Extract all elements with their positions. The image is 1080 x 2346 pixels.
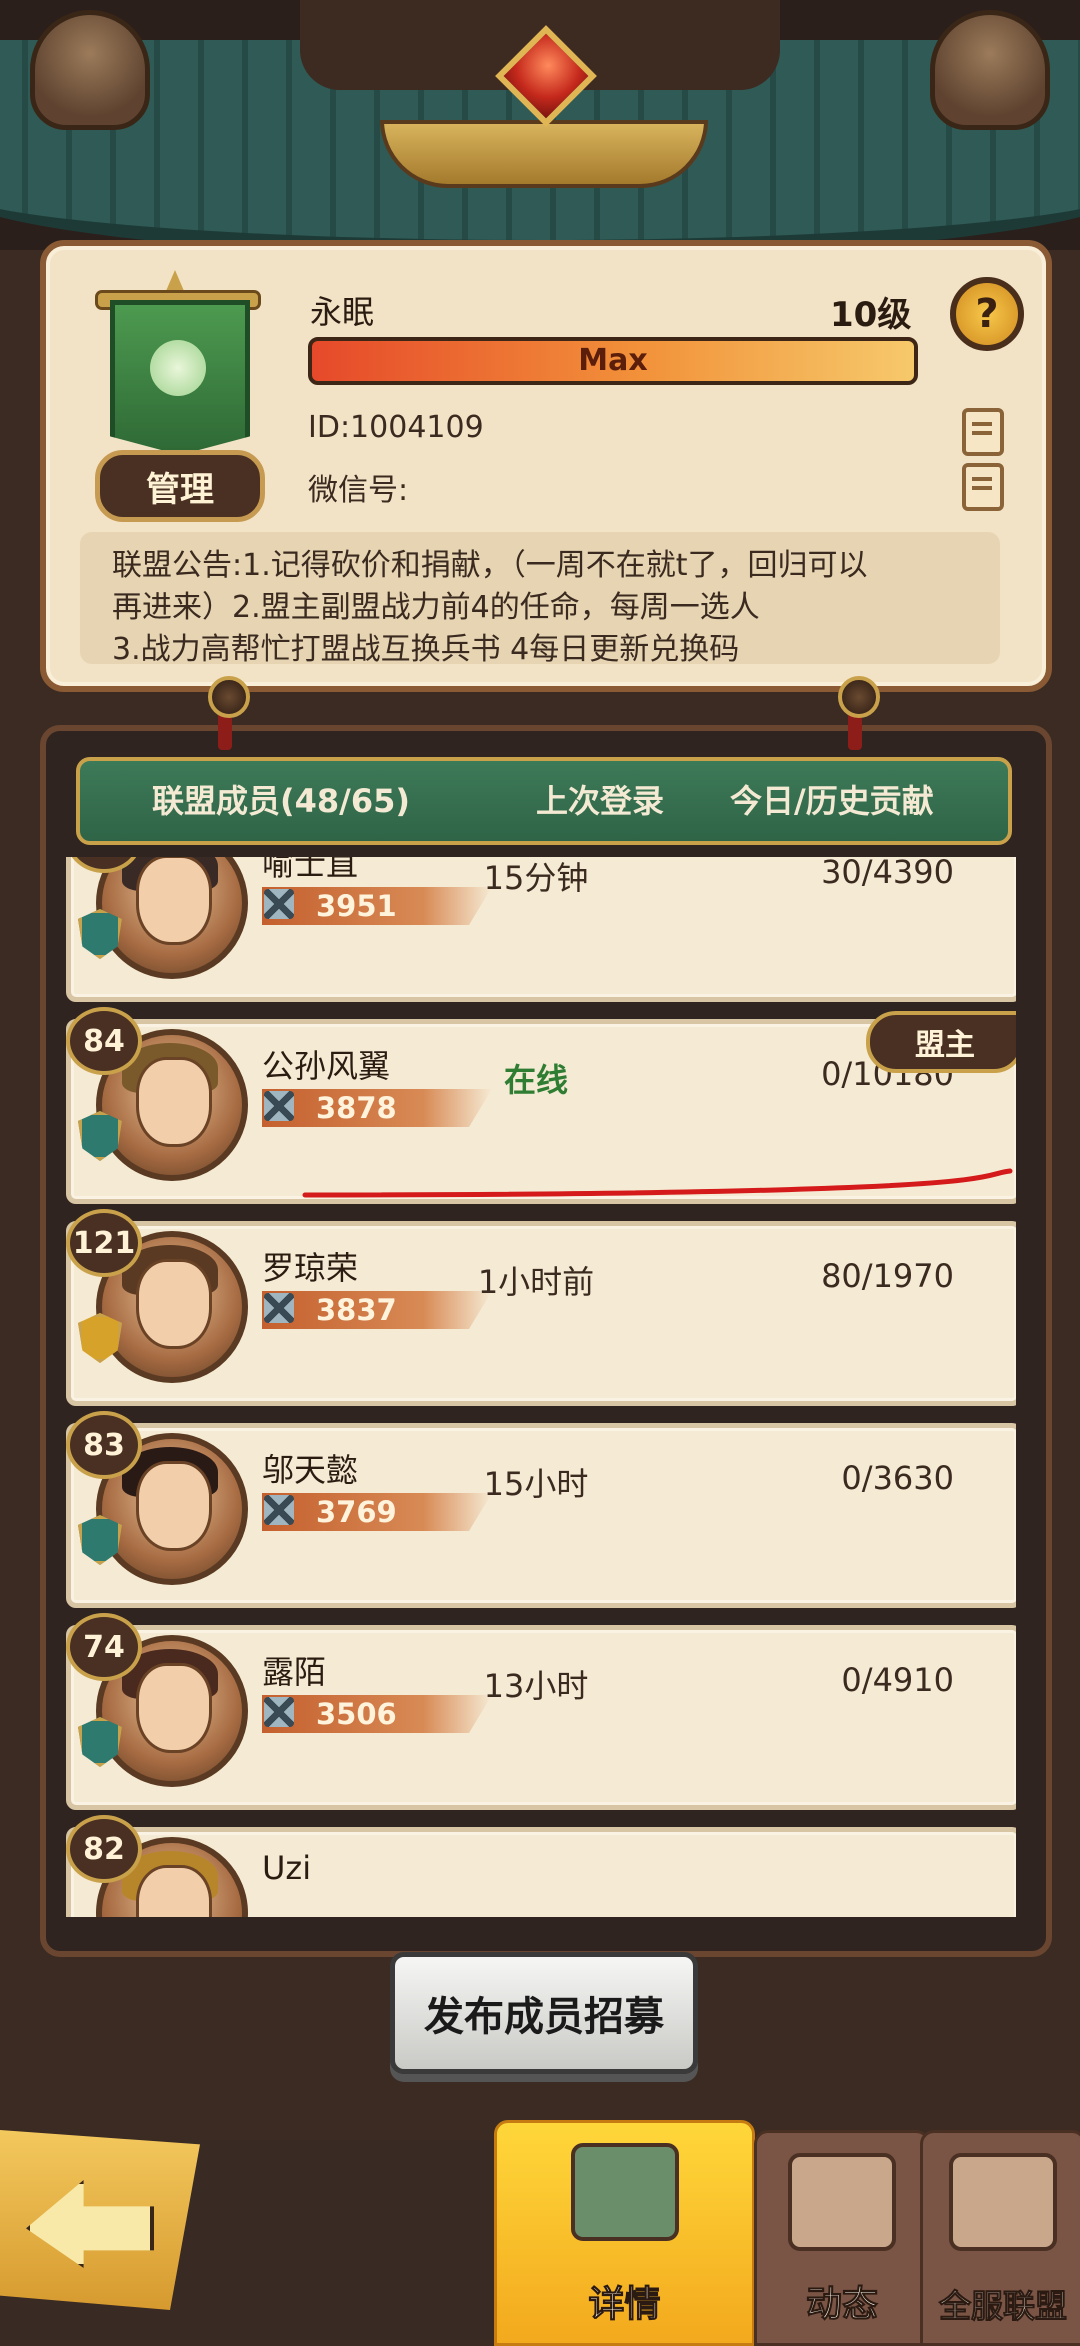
alliance-notice: 联盟公告:1.记得砍价和捐献，（一周不在就t了，回归可以 再进来）2.盟主副盟战… [80, 532, 1000, 667]
member-list-header: 联盟成员(48/65) 上次登录 今日/历史贡献 [76, 757, 1012, 845]
member-level-badge: 82 [66, 1815, 142, 1883]
member-name: 邬天懿 [262, 1451, 359, 1489]
tab-server-alliance[interactable]: 全服联盟 [920, 2130, 1080, 2346]
dragon-ornament-icon [30, 10, 150, 130]
swords-icon [264, 1293, 294, 1323]
manage-button[interactable]: 管理 [95, 450, 265, 522]
member-level-badge: 83 [66, 1411, 142, 1479]
copy-id-icon[interactable] [962, 408, 1004, 456]
notice-line: 3.战力高帮忙打盟战互换兵书 4每日更新兑换码 [112, 632, 740, 667]
member-last-login: 13小时 [483, 1667, 589, 1705]
notice-line: 再进来）2.盟主副盟战力前4的任命，每周一选人 [112, 590, 760, 625]
hanger-ornament-icon [838, 676, 880, 750]
swords-icon [264, 1495, 294, 1525]
back-button[interactable] [0, 2130, 200, 2310]
swords-icon [264, 889, 294, 919]
header-contribution: 今日/历史贡献 [730, 782, 934, 820]
member-contribution: 0/3630 [841, 1459, 954, 1497]
header-members: 联盟成员(48/65) [152, 782, 411, 820]
member-level-badge: 74 [66, 1613, 142, 1681]
member-name: 喻士直 [262, 857, 359, 883]
tab-label: 全服联盟 [938, 2287, 1067, 2326]
member-contribution: 0/4910 [841, 1661, 954, 1699]
tab-activity[interactable]: 动态 [754, 2130, 930, 2346]
back-arrow-icon [26, 2180, 154, 2268]
member-last-login: 15分钟 [483, 859, 589, 897]
member-name: Uzi [262, 1849, 312, 1887]
member-row[interactable]: 82 Uzi [66, 1815, 1016, 1917]
member-contribution: 80/1970 [821, 1257, 954, 1295]
member-last-login: 1小时前 [477, 1263, 595, 1301]
roof-decoration [0, 0, 1080, 250]
help-button[interactable]: ? [950, 277, 1024, 351]
hanger-ornament-icon [208, 676, 250, 750]
tab-label: 详情 [588, 2284, 661, 2326]
exp-bar-label: Max [578, 343, 648, 378]
member-name: 罗琼荣 [262, 1249, 359, 1287]
member-row[interactable]: 83 邬天懿 3769 15小时 0/3630 [66, 1411, 1016, 1608]
dragon-ornament-icon [930, 10, 1050, 130]
leader-tag: 盟主 [866, 1011, 1016, 1073]
alliance-id: ID:1004109 [308, 410, 484, 445]
member-last-login: 在线 [503, 1061, 568, 1099]
member-level-badge: 84 [66, 1007, 142, 1075]
swords-icon [264, 1697, 294, 1727]
member-name: 露陌 [262, 1653, 327, 1691]
alliance-shield-icon [949, 2153, 1057, 2251]
wechat-label: 微信号: [308, 473, 409, 508]
member-row[interactable]: 74 露陌 3506 13小时 0/4910 [66, 1613, 1016, 1810]
member-last-login: 15小时 [483, 1465, 589, 1503]
recruit-button[interactable]: 发布成员招募 [390, 1952, 698, 2074]
tab-details[interactable]: 详情 [494, 2120, 755, 2346]
header-last-login: 上次登录 [536, 782, 665, 820]
alliance-banner-icon [95, 270, 261, 455]
notice-board-icon [788, 2153, 896, 2251]
alliance-name: 永眠 [310, 293, 375, 331]
tab-label: 动态 [805, 2284, 878, 2326]
alliance-exp-bar: Max [308, 337, 918, 385]
copy-wechat-icon[interactable] [962, 463, 1004, 511]
member-name: 公孙风翼 [262, 1047, 391, 1085]
member-contribution: 30/4390 [821, 857, 954, 891]
member-list[interactable]: 93 喻士直 3951 15分钟 30/4390 84 公孙风翼 3878 在线… [66, 857, 1016, 1917]
alliance-level: 10级 [830, 295, 912, 335]
hall-icon [570, 2143, 679, 2241]
member-row[interactable]: 93 喻士直 3951 15分钟 30/4390 [66, 857, 1016, 1002]
member-row[interactable]: 121 罗琼荣 3837 1小时前 80/1970 [66, 1209, 1016, 1406]
member-level-badge: 121 [66, 1209, 142, 1277]
red-underline-annotation [302, 1168, 1013, 1198]
notice-line: 联盟公告:1.记得砍价和捐献，（一周不在就t了，回归可以 [112, 548, 868, 583]
swords-icon [264, 1091, 294, 1121]
